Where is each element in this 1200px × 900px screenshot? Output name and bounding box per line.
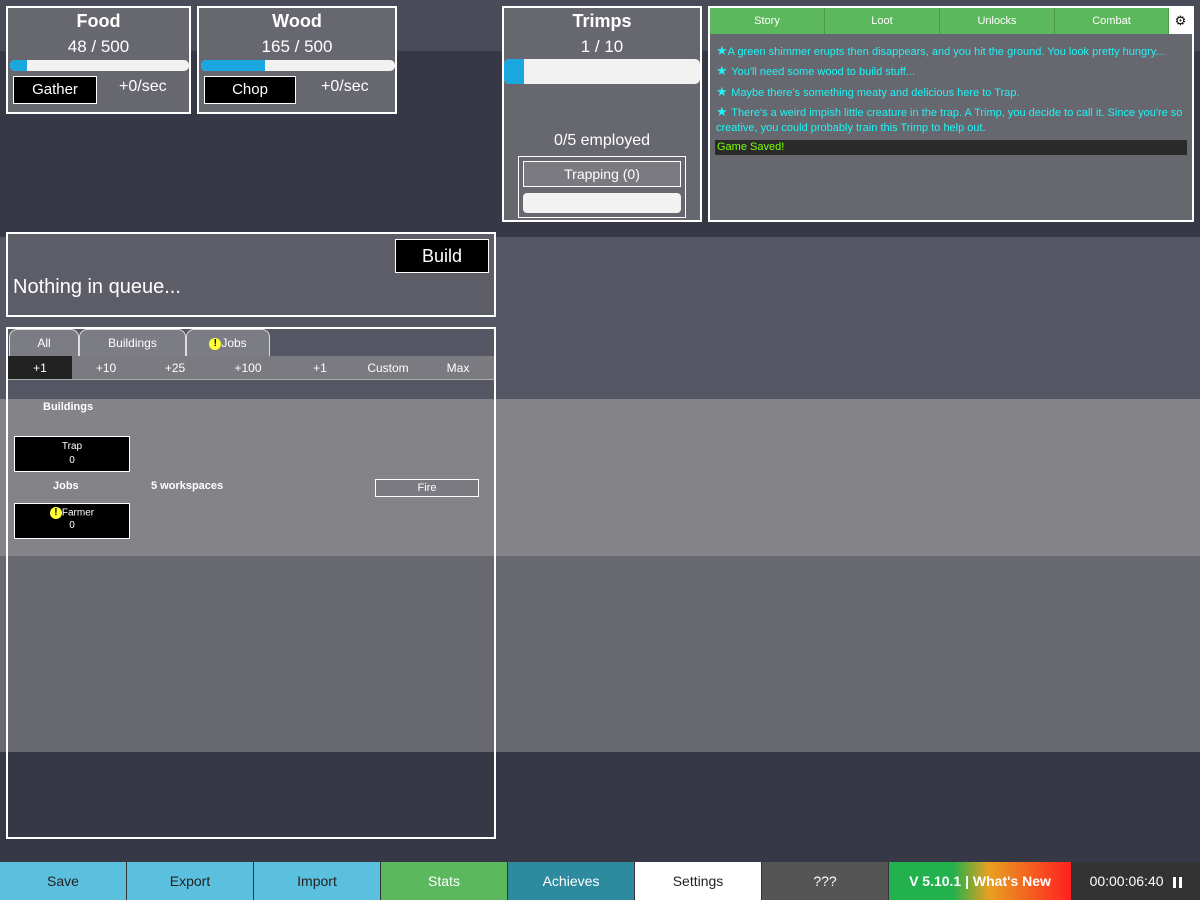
trimps-progress-bar (504, 59, 700, 84)
farmer-job-button[interactable]: ! Farmer 0 (14, 503, 130, 539)
employed-text: 0/5 employed (553, 132, 651, 149)
timer-text: 00:00:06:40 (1089, 873, 1164, 889)
import-button[interactable]: Import (254, 862, 381, 900)
queue-empty-text: Nothing in queue... (13, 276, 181, 298)
tab-jobs[interactable]: ! Jobs (186, 329, 270, 356)
version-button[interactable]: V 5.10.1 | What's New (889, 862, 1072, 900)
wood-progress-fill (201, 60, 266, 71)
farmer-label: ! Farmer (15, 507, 129, 519)
export-button[interactable]: Export (127, 862, 254, 900)
amount-plus-1-alt[interactable]: +1 (286, 356, 354, 380)
queue-panel: Build Nothing in queue... (6, 232, 496, 317)
trimps-panel: Trimps 1 / 10 0/5 employed Trapping (0) (502, 6, 702, 222)
amount-max[interactable]: Max (422, 356, 494, 380)
food-title: Food (76, 11, 121, 31)
food-progress-bar (10, 60, 189, 71)
trap-name: Trap (61, 441, 83, 452)
trapping-progress-bar (523, 193, 681, 213)
log-settings-button[interactable]: ⚙ (1169, 8, 1192, 34)
trimps-count: 1 / 10 (580, 37, 624, 56)
trimps-progress-fill (504, 59, 524, 84)
alert-icon: ! (209, 337, 222, 350)
game-timer[interactable]: 00:00:06:40 (1072, 862, 1200, 900)
wood-panel: Wood 165 / 500 Chop +0/sec (197, 6, 397, 114)
log-message: ★ You'll need some wood to build stuff..… (716, 63, 916, 78)
wood-progress-bar (201, 60, 395, 71)
amount-plus-25[interactable]: +25 (140, 356, 210, 380)
log-panel: Story Loot Unlocks Combat ⚙ ★A green shi… (708, 6, 1194, 222)
tab-buildings[interactable]: Buildings (79, 329, 186, 356)
gather-button[interactable]: Gather (13, 76, 97, 104)
trap-box: Trapping (0) (518, 156, 686, 218)
food-rate: +0/sec (119, 78, 167, 95)
star-icon: ★ (716, 104, 732, 119)
log-tab-loot[interactable]: Loot (825, 8, 940, 34)
game-saved-message: Game Saved! (715, 140, 1187, 155)
trimps-title: Trimps (572, 11, 632, 31)
wood-amount: 165 / 500 (261, 37, 333, 56)
trap-building-button[interactable]: Trap 0 (14, 436, 130, 472)
trap-count: 0 (69, 455, 75, 466)
food-progress-fill (10, 60, 28, 71)
achieves-button[interactable]: Achieves (508, 862, 635, 900)
buy-panel: All Buildings ! Jobs +1 +10 +25 +100 +1 C… (6, 327, 496, 839)
farmer-count: 0 (69, 520, 75, 531)
log-tab-story[interactable]: Story (710, 8, 825, 34)
amount-custom[interactable]: Custom (354, 356, 422, 380)
food-amount: 48 / 500 (67, 37, 130, 56)
star-icon: ★ (716, 43, 728, 58)
pause-icon[interactable] (1173, 876, 1183, 888)
star-icon: ★ (716, 84, 732, 99)
farmer-name: Farmer (61, 507, 95, 519)
stats-button[interactable]: Stats (381, 862, 508, 900)
fire-button[interactable]: Fire (375, 479, 479, 497)
jobs-label: Jobs (53, 480, 79, 492)
gear-icon: ⚙ (1174, 13, 1187, 28)
chop-button[interactable]: Chop (204, 76, 296, 104)
star-icon: ★ (716, 63, 732, 78)
wood-title: Wood (272, 11, 322, 31)
log-message: ★ There's a weird impish little creature… (716, 104, 1183, 134)
food-panel: Food 48 / 500 Gather +0/sec (6, 6, 191, 114)
amount-plus-1[interactable]: +1 (8, 356, 72, 380)
unknown-button[interactable]: ??? (762, 862, 889, 900)
build-button[interactable]: Build (395, 239, 489, 273)
buildings-label: Buildings (43, 401, 94, 413)
wood-rate: +0/sec (321, 78, 369, 95)
alert-icon: ! (49, 507, 62, 519)
save-button[interactable]: Save (0, 862, 127, 900)
settings-button[interactable]: Settings (635, 862, 762, 900)
log-message: ★A green shimmer erupts then disappears,… (716, 43, 1165, 58)
log-tab-combat[interactable]: Combat (1055, 8, 1169, 34)
log-tab-unlocks[interactable]: Unlocks (940, 8, 1055, 34)
amount-plus-100[interactable]: +100 (210, 356, 286, 380)
tab-all[interactable]: All (9, 329, 79, 356)
log-message: ★ Maybe there's something meaty and deli… (716, 84, 1020, 99)
amount-plus-10[interactable]: +10 (72, 356, 140, 380)
workspaces-text: 5 workspaces (151, 480, 224, 492)
trapping-button[interactable]: Trapping (0) (523, 161, 681, 187)
